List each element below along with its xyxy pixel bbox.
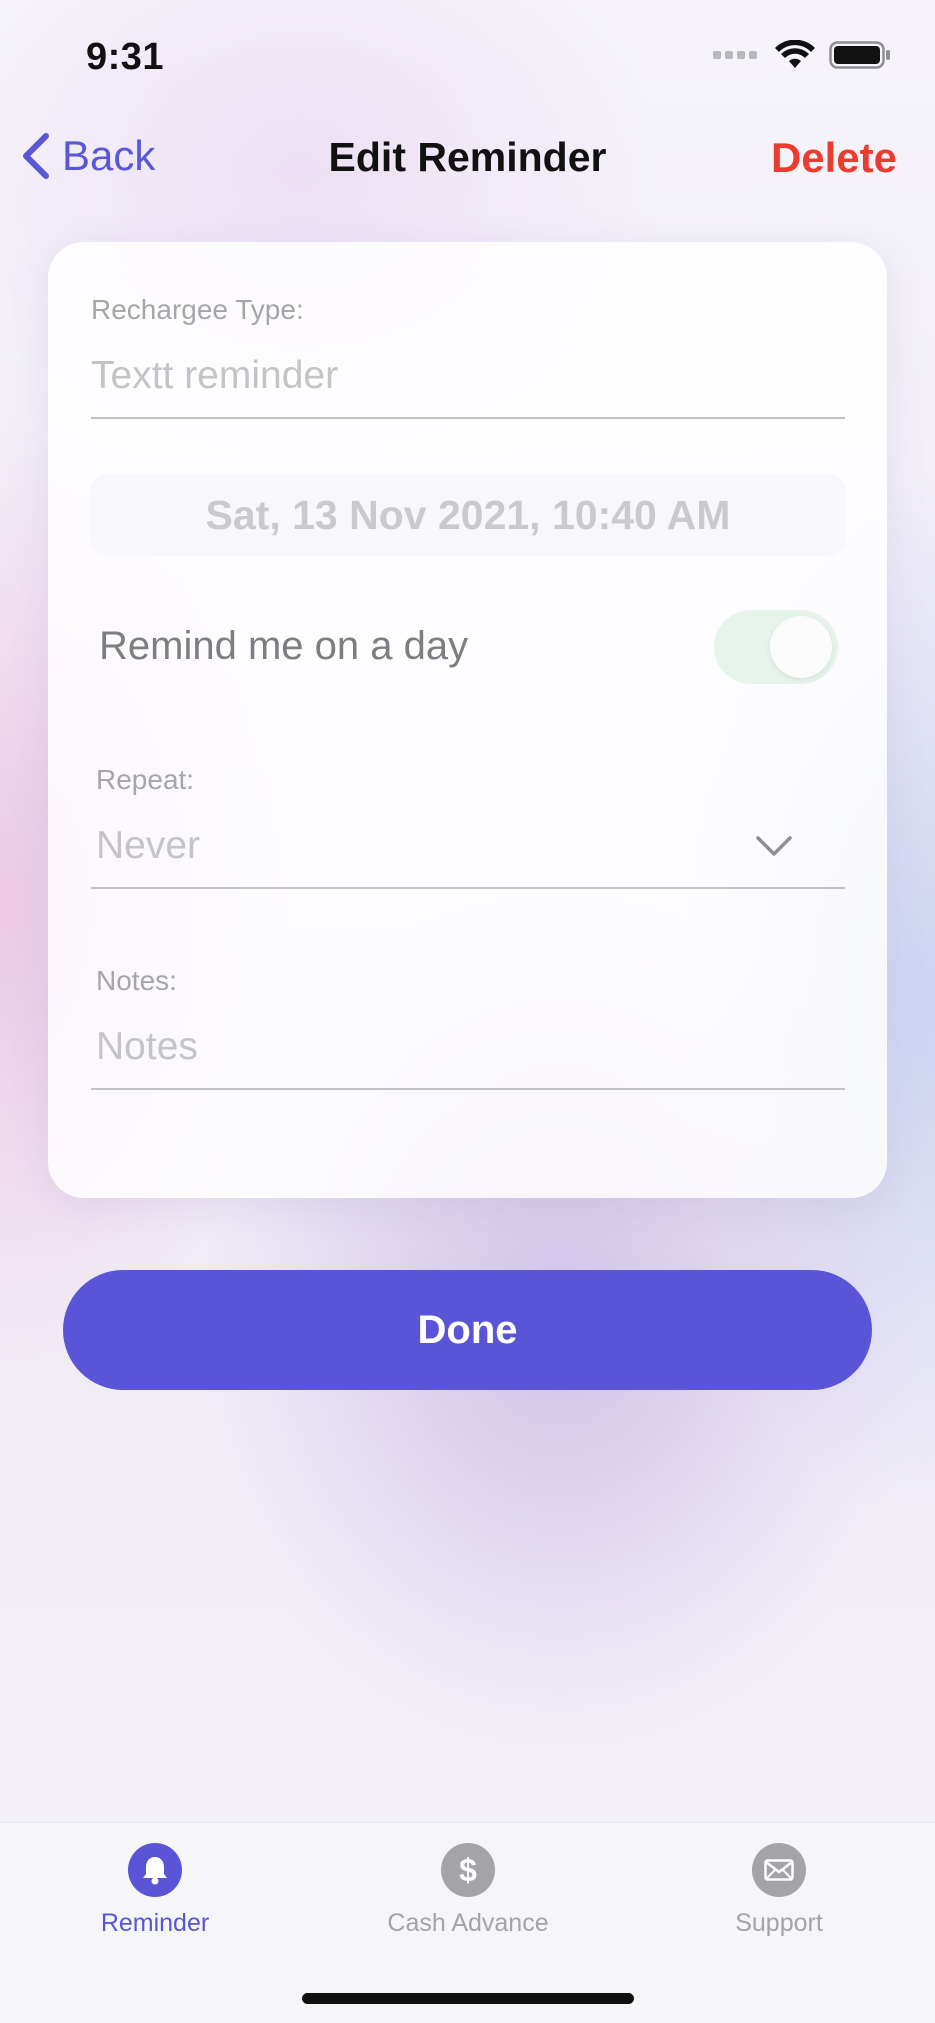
notes-underline [91, 1088, 845, 1090]
home-indicator [302, 1993, 634, 2004]
repeat-label: Repeat: [96, 764, 195, 795]
reminder-form-card: Rechargee Type: Textt reminder Sat, 13 N… [48, 242, 887, 1198]
repeat-select[interactable]: Never [96, 824, 200, 868]
chevron-down-icon[interactable] [754, 834, 794, 860]
recharge-type-input[interactable]: Textt reminder [91, 354, 338, 398]
wifi-icon [775, 40, 815, 68]
repeat-underline [91, 887, 845, 889]
delete-button[interactable]: Delete [771, 134, 897, 182]
tab-reminder[interactable]: Reminder [35, 1843, 275, 1938]
recharge-type-underline [91, 417, 845, 419]
notes-label: Notes: [96, 965, 177, 996]
cellular-signal-icon [713, 51, 757, 59]
dollar-icon: $ [441, 1843, 495, 1897]
envelope-icon [752, 1843, 806, 1897]
toggle-knob [770, 616, 832, 678]
status-time: 9:31 [86, 36, 165, 78]
notes-input[interactable]: Notes [96, 1025, 198, 1069]
done-button[interactable]: Done [63, 1270, 872, 1390]
bell-icon [128, 1843, 182, 1897]
status-icons [713, 40, 891, 70]
battery-icon [829, 41, 890, 69]
tab-cash-advance[interactable]: $ Cash Advance [348, 1843, 588, 1938]
tab-support[interactable]: Support [659, 1843, 899, 1938]
tab-label-reminder: Reminder [100, 1909, 210, 1937]
date-time-picker[interactable]: Sat, 13 Nov 2021, 10:40 AM [90, 474, 846, 556]
remind-label: Remind me on a day [99, 624, 469, 668]
recharge-type-label: Rechargee Type: [91, 294, 304, 325]
tab-label-cash-advance: Cash Advance [387, 1909, 549, 1937]
tab-label-support: Support [735, 1909, 823, 1937]
remind-toggle[interactable] [714, 610, 838, 684]
